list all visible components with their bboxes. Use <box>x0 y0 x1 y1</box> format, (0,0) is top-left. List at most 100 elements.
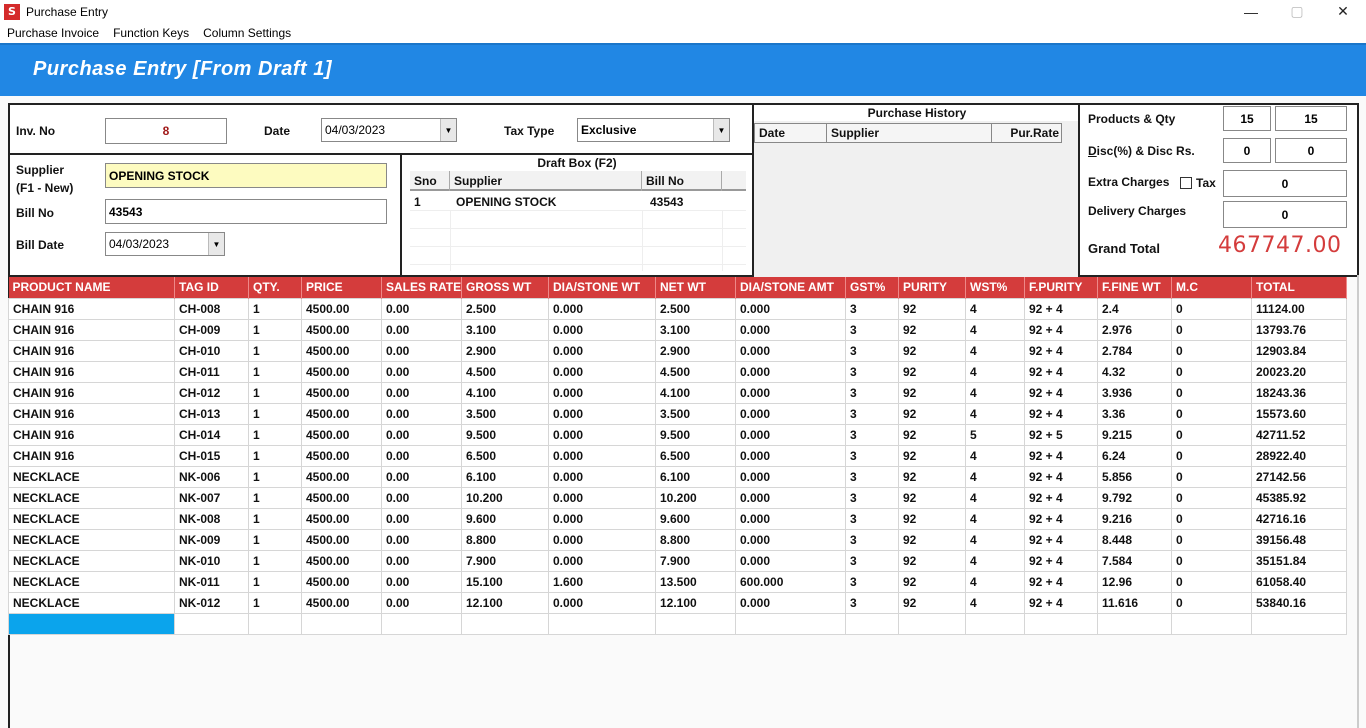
cell-purity[interactable]: 92 <box>898 465 966 488</box>
cell-gross-wt[interactable]: 12.100 <box>461 591 549 614</box>
cell-f-purity[interactable]: 92 + 4 <box>1024 318 1098 341</box>
cell-total[interactable]: 35151.84 <box>1251 549 1347 572</box>
cell-f-fine-wt[interactable]: 6.24 <box>1097 444 1172 467</box>
cell-wst[interactable]: 4 <box>965 297 1025 320</box>
table-row[interactable]: NECKLACE NK-006 1 4500.00 0.00 6.100 0.000 6.10… <box>8 465 1347 488</box>
cell-tag-id[interactable]: CH-012 <box>174 381 249 404</box>
cell-gst[interactable]: 3 <box>845 570 899 593</box>
cell-wst[interactable]: 4 <box>965 402 1025 425</box>
cell-product-name[interactable]: CHAIN 916 <box>8 297 175 320</box>
cell-dia-stone-amt[interactable]: 0.000 <box>735 381 846 404</box>
draft-box-row[interactable]: 1 OPENING STOCK 43543 <box>410 193 746 211</box>
cell-f-purity[interactable]: 92 + 4 <box>1024 339 1098 362</box>
cell-total[interactable]: 11124.00 <box>1251 297 1347 320</box>
empty-cell[interactable] <box>655 612 736 635</box>
cell-total[interactable]: 27142.56 <box>1251 465 1347 488</box>
cell-net-wt[interactable]: 4.100 <box>655 381 736 404</box>
cell-gross-wt[interactable]: 3.500 <box>461 402 549 425</box>
history-col-date[interactable]: Date <box>755 124 827 142</box>
cell-product-name[interactable]: NECKLACE <box>8 486 175 509</box>
cell-net-wt[interactable]: 3.100 <box>655 318 736 341</box>
cell-gst[interactable]: 3 <box>845 528 899 551</box>
cell-total[interactable]: 20023.20 <box>1251 360 1347 383</box>
cell-dia-stone-wt[interactable]: 0.000 <box>548 339 656 362</box>
cell-product-name[interactable]: CHAIN 916 <box>8 444 175 467</box>
cell-qty[interactable]: 1 <box>248 570 302 593</box>
cell-dia-stone-wt[interactable]: 1.600 <box>548 570 656 593</box>
cell-net-wt[interactable]: 9.500 <box>655 423 736 446</box>
cell-f-fine-wt[interactable]: 7.584 <box>1097 549 1172 572</box>
cell-net-wt[interactable]: 7.900 <box>655 549 736 572</box>
cell-f-purity[interactable]: 92 + 4 <box>1024 360 1098 383</box>
cell-tag-id[interactable]: NK-007 <box>174 486 249 509</box>
cell-gross-wt[interactable]: 9.600 <box>461 507 549 530</box>
cell-tag-id[interactable]: CH-011 <box>174 360 249 383</box>
cell-tag-id[interactable]: CH-009 <box>174 318 249 341</box>
cell-tag-id[interactable]: CH-010 <box>174 339 249 362</box>
cell-wst[interactable]: 5 <box>965 423 1025 446</box>
cell-tag-id[interactable]: NK-012 <box>174 591 249 614</box>
chevron-down-icon[interactable]: ▼ <box>440 119 456 141</box>
column-header-sales-rate[interactable]: SALES RATE <box>381 277 462 298</box>
cell-net-wt[interactable]: 2.900 <box>655 339 736 362</box>
cell-m-c[interactable]: 0 <box>1171 570 1252 593</box>
cell-total[interactable]: 61058.40 <box>1251 570 1347 593</box>
cell-gst[interactable]: 3 <box>845 507 899 530</box>
cell-gross-wt[interactable]: 7.900 <box>461 549 549 572</box>
cell-gst[interactable]: 3 <box>845 339 899 362</box>
cell-total[interactable]: 13793.76 <box>1251 318 1347 341</box>
cell-purity[interactable]: 92 <box>898 570 966 593</box>
disc-rs-field[interactable]: 0 <box>1275 138 1347 163</box>
cell-price[interactable]: 4500.00 <box>301 381 382 404</box>
column-header-tag-id[interactable]: TAG ID <box>174 277 249 298</box>
column-header-f-purity[interactable]: F.PURITY <box>1024 277 1098 298</box>
column-header-net-wt[interactable]: NET WT <box>655 277 736 298</box>
table-row[interactable]: CHAIN 916 CH-008 1 4500.00 0.00 2.500 0.000 2.5… <box>8 297 1347 320</box>
cell-sales-rate[interactable]: 0.00 <box>381 318 462 341</box>
cell-dia-stone-amt[interactable]: 600.000 <box>735 570 846 593</box>
cell-m-c[interactable]: 0 <box>1171 507 1252 530</box>
cell-product-name[interactable]: CHAIN 916 <box>8 423 175 446</box>
cell-m-c[interactable]: 0 <box>1171 465 1252 488</box>
inv-no-field[interactable]: 8 <box>105 118 227 144</box>
cell-dia-stone-amt[interactable]: 0.000 <box>735 486 846 509</box>
cell-dia-stone-amt[interactable]: 0.000 <box>735 444 846 467</box>
qty-total-field[interactable]: 15 <box>1275 106 1347 131</box>
cell-tag-id[interactable]: NK-008 <box>174 507 249 530</box>
cell-sales-rate[interactable]: 0.00 <box>381 360 462 383</box>
cell-f-purity[interactable]: 92 + 4 <box>1024 570 1098 593</box>
cell-gst[interactable]: 3 <box>845 360 899 383</box>
cell-f-fine-wt[interactable]: 9.792 <box>1097 486 1172 509</box>
empty-cell[interactable] <box>845 612 899 635</box>
cell-dia-stone-wt[interactable]: 0.000 <box>548 423 656 446</box>
cell-m-c[interactable]: 0 <box>1171 402 1252 425</box>
menu-column-settings[interactable]: Column Settings <box>196 26 298 40</box>
cell-qty[interactable]: 1 <box>248 360 302 383</box>
column-header-dia-stone-wt[interactable]: DIA/STONE WT <box>548 277 656 298</box>
cell-m-c[interactable]: 0 <box>1171 549 1252 572</box>
cell-sales-rate[interactable]: 0.00 <box>381 465 462 488</box>
tax-checkbox[interactable] <box>1180 177 1192 189</box>
cell-wst[interactable]: 4 <box>965 486 1025 509</box>
cell-dia-stone-wt[interactable]: 0.000 <box>548 444 656 467</box>
cell-f-fine-wt[interactable]: 2.976 <box>1097 318 1172 341</box>
cell-net-wt[interactable]: 2.500 <box>655 297 736 320</box>
cell-total[interactable]: 28922.40 <box>1251 444 1347 467</box>
cell-f-purity[interactable]: 92 + 4 <box>1024 381 1098 404</box>
cell-product-name[interactable]: CHAIN 916 <box>8 402 175 425</box>
cell-purity[interactable]: 92 <box>898 339 966 362</box>
history-col-pur-rate[interactable]: Pur.Rate <box>992 124 1062 142</box>
cell-dia-stone-amt[interactable]: 0.000 <box>735 423 846 446</box>
cell-purity[interactable]: 92 <box>898 528 966 551</box>
cell-product-name[interactable]: NECKLACE <box>8 549 175 572</box>
cell-wst[interactable]: 4 <box>965 549 1025 572</box>
cell-qty[interactable]: 1 <box>248 381 302 404</box>
chevron-down-icon[interactable]: ▼ <box>713 119 729 141</box>
cell-qty[interactable]: 1 <box>248 465 302 488</box>
cell-product-name[interactable]: CHAIN 916 <box>8 360 175 383</box>
cell-qty[interactable]: 1 <box>248 318 302 341</box>
cell-sales-rate[interactable]: 0.00 <box>381 339 462 362</box>
cell-price[interactable]: 4500.00 <box>301 423 382 446</box>
column-header-purity[interactable]: PURITY <box>898 277 966 298</box>
empty-cell[interactable] <box>548 612 656 635</box>
